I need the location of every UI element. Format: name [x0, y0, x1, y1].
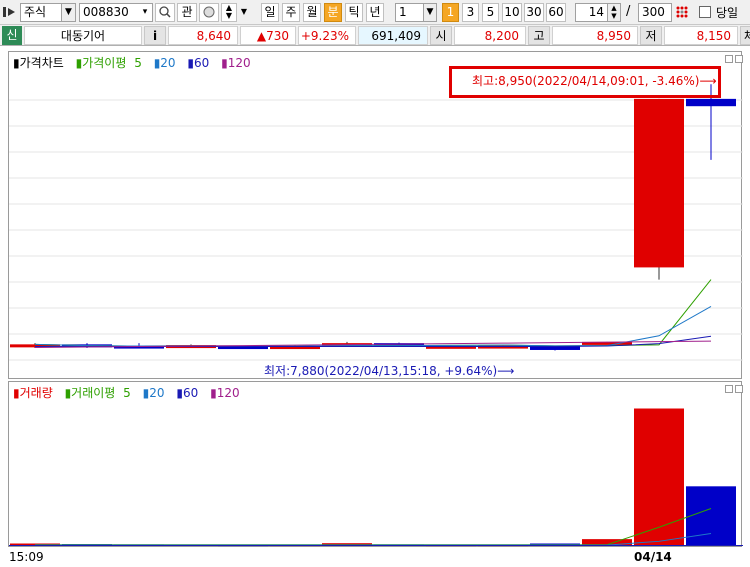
toolbar: 주식 ▼ 008830 ▾ 관 ▲ ▼ ▼ 일 주 월 분 틱 년 1 ▼ 1 3… [0, 0, 750, 25]
low-label: 저 [640, 26, 662, 45]
stock-code-value: 008830 [83, 5, 129, 19]
market-label: 주식 [24, 5, 47, 19]
legend-vol-ma60: ▮60 [176, 386, 199, 400]
open-price: 8,200 [454, 26, 526, 45]
today-label: 당일 [716, 6, 739, 20]
high-label: 고 [528, 26, 550, 45]
panel-close-icon[interactable] [735, 385, 743, 393]
period-year[interactable]: 년 [366, 3, 384, 22]
preset-30[interactable]: 30 [524, 3, 544, 22]
prev-next-stepper[interactable]: ▲ ▼ [221, 3, 237, 22]
spin-icon: ▲ ▼ [607, 4, 620, 21]
legend-vol-ma20: ▮20 [142, 386, 165, 400]
chevron-down-icon: ▼ [61, 4, 75, 21]
legend-ma120: ▮120 [221, 56, 251, 70]
panel-minimize-icon[interactable] [725, 55, 733, 63]
preset-60[interactable]: 60 [546, 3, 566, 22]
period-week[interactable]: 주 [282, 3, 300, 22]
legend-vol-ma: ▮거래이평 5 [64, 386, 131, 400]
x-axis-date-label: 04/14 [634, 550, 672, 564]
stock-name: 대동기어 [24, 26, 142, 45]
market-select[interactable]: 주식 ▼ [20, 3, 76, 22]
panel-minimize-icon[interactable] [725, 385, 733, 393]
count-input[interactable]: 14 ▲ ▼ [575, 3, 621, 22]
ma5-line [34, 279, 712, 347]
chevron-down-icon: ▾ [142, 7, 148, 17]
volume-value: 691,409 [358, 26, 428, 45]
legend-price: ▮가격차트 [13, 56, 64, 70]
high-annotation: 최고:8,950(2022/04/14,09:01, -3.46%)⟶ [472, 74, 717, 88]
period-tick[interactable]: 틱 [345, 3, 363, 22]
low-annotation: 최저:7,880(2022/04/13,15:18, +9.64%)⟶ [264, 364, 515, 378]
open-label: 시 [430, 26, 452, 45]
trade-strength-label: 체결강 [740, 26, 750, 45]
legend-ma: ▮가격이평 5 [75, 56, 142, 70]
candle-body [478, 345, 528, 349]
quote-bar: 신 대동기어 i 8,640 ▲730 +9.23% 691,409 시 8,2… [0, 25, 750, 46]
panel-close-icon[interactable] [735, 55, 743, 63]
volume-bar [634, 408, 684, 546]
legend-ma60: ▮60 [187, 56, 210, 70]
interval-value: 1 [399, 5, 407, 19]
preset-3[interactable]: 3 [462, 3, 479, 22]
x-axis: 15:09 04/14 [0, 547, 750, 567]
credit-badge: 신 [2, 26, 22, 45]
preset-10[interactable]: 10 [502, 3, 522, 22]
volume-legend: ▮거래량 ▮거래이평 5 ▮20 ▮60 ▮120 [13, 384, 248, 401]
volume-bar [686, 486, 736, 546]
low-price: 8,150 [664, 26, 738, 45]
volume-chart-canvas [9, 408, 743, 547]
panel-toggle-icon[interactable] [3, 5, 17, 19]
volume-chart-panel[interactable]: ▮거래량 ▮거래이평 5 ▮20 ▮60 ▮120 [8, 381, 743, 547]
today-checkbox[interactable] [699, 6, 711, 18]
info-button[interactable]: i [144, 26, 166, 45]
x-axis-left-label: 15:09 [9, 550, 44, 564]
search-icon [159, 6, 171, 18]
interval-select[interactable]: 1 ▼ [395, 3, 437, 22]
link-icon[interactable] [199, 3, 219, 22]
count-total-input[interactable]: 300 [638, 3, 672, 22]
price-chart-panel[interactable]: ▮가격차트 ▮가격이평 5 ▮20 ▮60 ▮120 최고:8,950(2022… [8, 51, 743, 379]
ma20-line [34, 306, 712, 347]
candle-body [634, 98, 684, 268]
preset-5[interactable]: 5 [482, 3, 499, 22]
interest-button[interactable]: 관 [177, 3, 197, 22]
period-month[interactable]: 월 [303, 3, 321, 22]
legend-vol-ma120: ▮120 [210, 386, 240, 400]
search-button[interactable] [155, 3, 175, 22]
change-percent: +9.23% [298, 26, 356, 45]
candle-body [686, 98, 736, 107]
dropdown-arrow-icon[interactable]: ▼ [238, 3, 250, 22]
chevron-down-icon: ▼ [423, 4, 436, 21]
legend-ma20: ▮20 [153, 56, 176, 70]
settings-grid-icon[interactable] [675, 5, 689, 19]
price-change: ▲730 [240, 26, 296, 45]
period-day[interactable]: 일 [261, 3, 279, 22]
legend-volume: ▮거래량 [13, 386, 53, 400]
preset-1[interactable]: 1 [442, 3, 459, 22]
high-price: 8,950 [552, 26, 638, 45]
stock-code-input[interactable]: 008830 ▾ [79, 3, 153, 22]
price-chart-canvas [9, 84, 743, 361]
current-price: 8,640 [168, 26, 238, 45]
count-separator: / [626, 4, 631, 19]
count-value: 14 [588, 5, 604, 19]
period-minute[interactable]: 분 [324, 3, 342, 22]
price-legend: ▮가격차트 ▮가격이평 5 ▮20 ▮60 ▮120 [13, 54, 259, 71]
